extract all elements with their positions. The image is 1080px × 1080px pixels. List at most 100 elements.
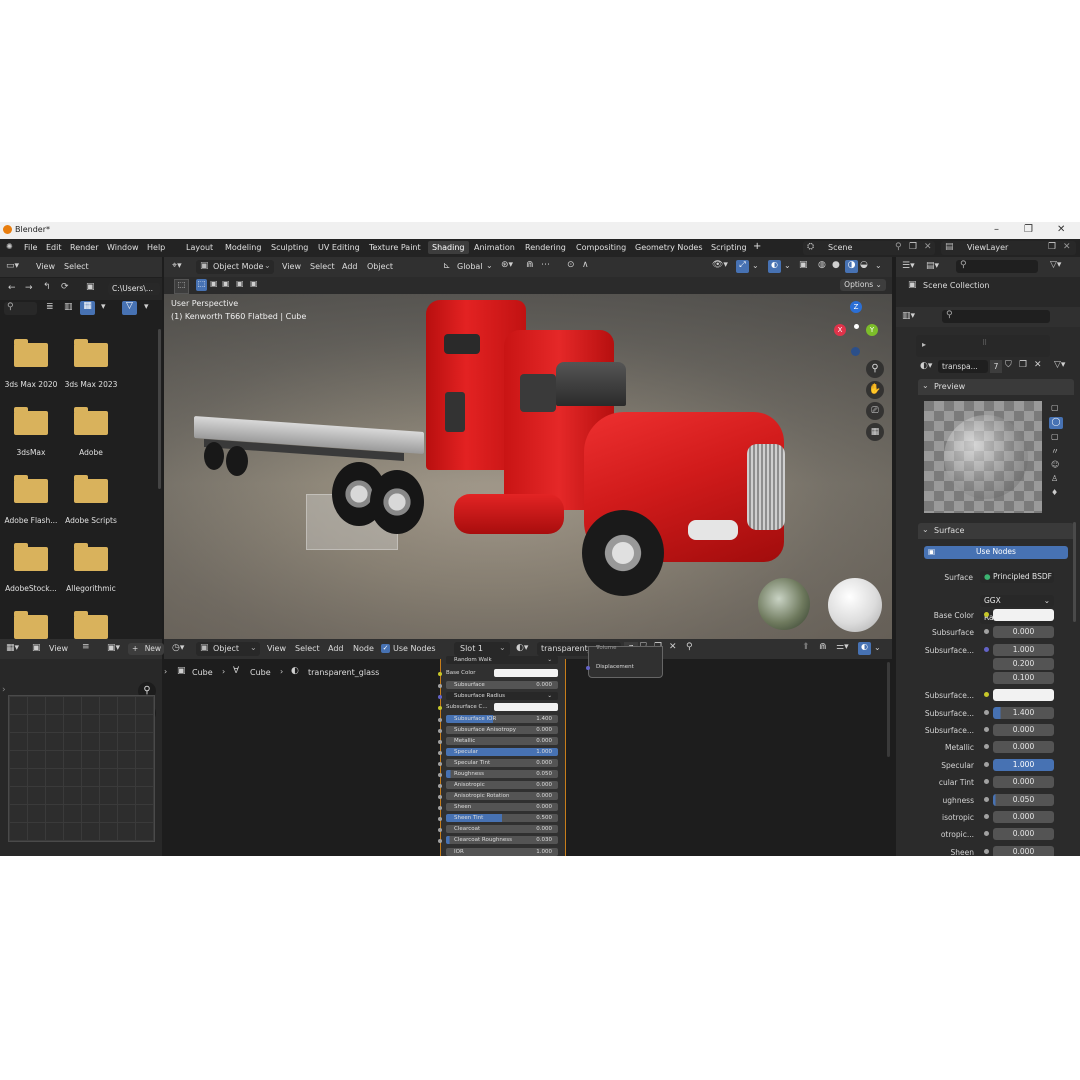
tab-uv-editing[interactable]: UV Editing <box>318 243 360 252</box>
select-new-icon[interactable]: ⬚ <box>196 279 207 291</box>
tab-modeling[interactable]: Modeling <box>225 243 261 252</box>
menu-render[interactable]: Render <box>70 243 98 252</box>
folder-icon[interactable] <box>14 475 48 503</box>
folder-icon[interactable] <box>14 339 48 367</box>
perspective-toggle-icon[interactable]: ▦ <box>866 423 884 441</box>
editor-type-icon[interactable]: ◷▾ <box>172 643 184 653</box>
folder-label[interactable]: Adobe <box>60 448 122 457</box>
use-nodes-checkbox[interactable]: ✓ <box>381 644 390 653</box>
back-icon[interactable]: ← <box>8 283 16 293</box>
outliner-search-field[interactable]: ⚲ <box>956 260 1038 273</box>
hamburger-menu-icon[interactable]: ≡ <box>82 642 90 652</box>
delete-view-layer-icon[interactable]: ✕ <box>1063 242 1071 252</box>
duplicate-material-icon[interactable]: ❐ <box>1019 360 1027 370</box>
viewport-menu-add[interactable]: Add <box>342 262 358 271</box>
unlink-material-icon[interactable]: ✕ <box>669 642 677 652</box>
scene-selector[interactable]: ⛭ Scene ⚲ ❐ ✕ <box>803 241 935 255</box>
node-menu-node[interactable]: Node <box>353 644 374 653</box>
overlays-toggle-icon[interactable]: ◐ <box>768 260 781 273</box>
editor-type-icon[interactable]: ⌖▾ <box>172 261 182 271</box>
material-slot-list[interactable]: ▸ ⠿ <box>916 335 1050 357</box>
file-menu-select[interactable]: Select <box>64 262 89 271</box>
distribution-dropdown[interactable]: GGX ⌄ <box>980 595 1054 607</box>
chevron-down-icon[interactable]: ⌄ <box>784 261 791 270</box>
snap-settings-icon[interactable]: ⋯ <box>541 260 550 270</box>
display-settings-icon[interactable]: ▾ <box>101 302 106 312</box>
fake-user-icon[interactable]: ⛉ <box>640 642 647 652</box>
folder-icon[interactable] <box>74 543 108 571</box>
node-menu-view[interactable]: View <box>267 644 286 653</box>
blender-menu-icon[interactable]: ✺ <box>6 242 13 251</box>
parent-node-tree-icon[interactable]: ⬆ <box>802 642 810 652</box>
viewport-menu-object[interactable]: Object <box>367 262 393 271</box>
properties-search-field[interactable]: ⚲ <box>942 310 1050 323</box>
node-mode-selector[interactable]: ▣ Object ⌄ <box>196 642 260 656</box>
file-menu-view[interactable]: View <box>36 262 55 271</box>
node-menu-select[interactable]: Select <box>295 644 320 653</box>
wireframe-shading-icon[interactable]: ◍ <box>818 260 826 270</box>
principled-bsdf-node[interactable] <box>440 659 566 856</box>
proportional-editing-icon[interactable]: ⊙ <box>567 260 575 270</box>
folder-label[interactable]: 3dsMax <box>0 448 62 457</box>
tab-rendering[interactable]: Rendering <box>525 243 566 252</box>
close-icon[interactable]: ✕ <box>1057 224 1065 235</box>
tab-sculpting[interactable]: Sculpting <box>271 243 308 252</box>
file-scrollbar[interactable] <box>158 329 161 489</box>
overlay-toggle-icon[interactable]: ⚌▾ <box>836 642 849 652</box>
solid-shading-icon[interactable]: ● <box>832 260 840 270</box>
editor-type-icon[interactable]: ☰▾ <box>902 261 915 271</box>
preview-sphere-icon[interactable]: ◯ <box>1049 417 1063 429</box>
tab-scripting[interactable]: Scripting <box>711 243 747 252</box>
forward-icon[interactable]: → <box>25 283 33 293</box>
subsurface-method-dropdown[interactable]: Random Walk ⌄ <box>980 612 1054 624</box>
gizmo-z-axis[interactable]: Z <box>850 301 862 313</box>
editor-type-icon[interactable]: ▭▾ <box>6 261 19 271</box>
preview-fluid-icon[interactable]: ♦ <box>1051 488 1058 497</box>
node-menu-add[interactable]: Add <box>328 644 344 653</box>
chevron-down-icon[interactable]: ⌄ <box>486 261 493 270</box>
collapse-arrow-icon[interactable]: › <box>2 685 6 695</box>
filter-settings-icon[interactable]: ▾ <box>144 302 149 312</box>
material-preview-shading-icon[interactable]: ◑ <box>845 260 858 273</box>
material-users-count[interactable]: 7 <box>990 360 1002 373</box>
select-invert-icon[interactable]: ▣ <box>236 279 244 288</box>
view-layer-selector[interactable]: ▤ ViewLayer ❐ ✕ <box>941 241 1076 255</box>
select-intersect-icon[interactable]: ▣ <box>250 279 258 288</box>
viewport-scene[interactable]: User Perspective (1) Kenworth T660 Flatb… <box>164 294 892 639</box>
folder-label[interactable]: 3ds Max 2023 <box>60 380 122 389</box>
gizmo-center[interactable] <box>854 324 859 329</box>
tab-animation[interactable]: Animation <box>474 243 515 252</box>
folder-icon[interactable] <box>74 475 108 503</box>
preview-cube-icon[interactable]: ▢ <box>1051 432 1059 441</box>
node-overlay-toggle-icon[interactable]: ◐ <box>858 642 871 655</box>
material-browse-icon[interactable]: ◐▾ <box>920 361 932 371</box>
xray-icon[interactable]: ▣ <box>799 260 808 270</box>
folder-label[interactable]: Allegorithmic <box>60 584 122 593</box>
preview-cloth-icon[interactable]: ♙ <box>1051 474 1058 483</box>
falloff-icon[interactable]: ∧ <box>582 260 589 270</box>
tab-texture-paint[interactable]: Texture Paint <box>369 243 421 252</box>
tab-compositing[interactable]: Compositing <box>576 243 626 252</box>
zoom-icon[interactable]: ⚲ <box>866 360 884 378</box>
surface-shader-field[interactable]: ● Principled BSDF <box>980 571 1054 583</box>
filter-icon[interactable]: ▽ <box>122 301 137 315</box>
editor-type-icon[interactable]: ▦▾ <box>6 643 19 653</box>
preview-flat-icon[interactable]: ▢ <box>1051 403 1059 412</box>
material-browse-icon[interactable]: ◐▾ <box>516 643 528 653</box>
gizmo-neg-z-axis[interactable] <box>851 347 860 356</box>
new-folder-icon[interactable]: ▣ <box>86 282 95 292</box>
options-dropdown[interactable]: Options ⌄ <box>840 279 886 291</box>
folder-icon[interactable] <box>14 407 48 435</box>
editor-type-icon[interactable]: ▥▾ <box>902 311 915 321</box>
folder-label[interactable]: AdobeStock... <box>0 584 62 593</box>
surface-panel-header[interactable]: ⌄ Surface <box>918 523 1074 539</box>
refresh-icon[interactable]: ⟳ <box>61 282 69 292</box>
image-view-mode-icon[interactable]: ▣ <box>32 643 41 653</box>
duplicate-material-icon[interactable]: ❐ <box>654 642 662 652</box>
tab-geometry-nodes[interactable]: Geometry Nodes <box>635 243 702 252</box>
folder-label[interactable]: Adobe Scripts <box>60 516 122 525</box>
gizmo-y-axis[interactable]: Y <box>866 324 878 336</box>
menu-help[interactable]: Help <box>147 243 165 252</box>
viewport-menu-select[interactable]: Select <box>310 262 335 271</box>
material-name-field[interactable]: transpa... <box>938 360 988 373</box>
